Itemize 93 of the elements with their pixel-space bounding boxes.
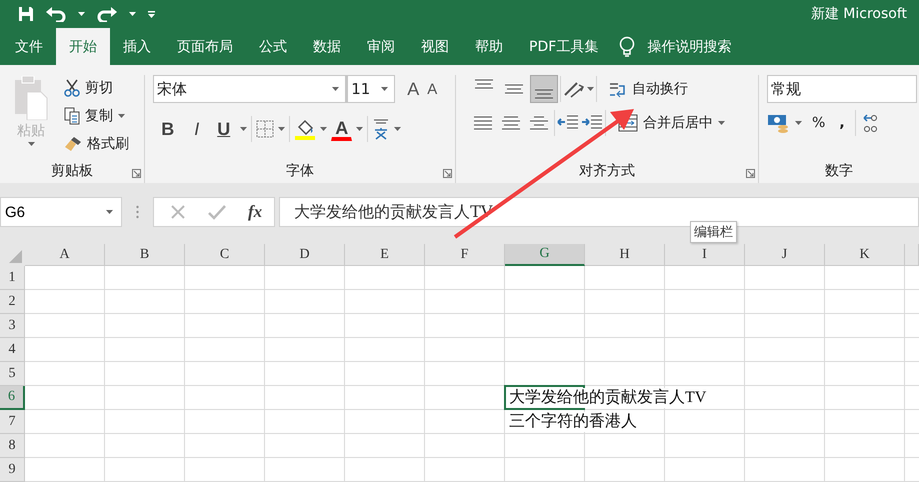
- comma-style-button[interactable]: ,: [835, 110, 849, 136]
- increase-decimal-icon[interactable]: [862, 113, 878, 133]
- format-painter-button[interactable]: 格式刷: [60, 131, 133, 157]
- align-icon: [474, 79, 494, 89]
- cut-button[interactable]: 剪切: [60, 75, 133, 101]
- font-color-button[interactable]: A: [331, 117, 352, 141]
- column-header[interactable]: D: [265, 244, 345, 266]
- row-header[interactable]: 9: [0, 458, 25, 482]
- column-header[interactable]: G: [505, 244, 585, 266]
- dropdown-arrow-icon: [332, 87, 340, 91]
- row-header[interactable]: 3: [0, 314, 25, 338]
- caret-icon: [28, 142, 34, 146]
- caret-icon: [320, 127, 328, 131]
- column-header[interactable]: K: [825, 244, 905, 266]
- caret-icon: [240, 127, 248, 131]
- column-header[interactable]: F: [425, 244, 505, 266]
- column-header[interactable]: H: [585, 244, 665, 266]
- ribbon-tab[interactable]: 开始: [56, 28, 110, 65]
- group-label: 数字: [824, 162, 854, 181]
- row-header[interactable]: 2: [0, 290, 25, 314]
- save-icon[interactable]: [18, 6, 34, 22]
- increase-font-size-button[interactable]: A: [403, 76, 424, 102]
- align-icon: [504, 84, 524, 94]
- cell-text: 三个字符的香港人: [507, 412, 639, 432]
- cell-text: 大学发给他的贡献发言人TV: [507, 388, 708, 408]
- window-title: 新建 Microsoft: [810, 5, 908, 23]
- font-name-dropdown[interactable]: 宋体: [153, 75, 346, 103]
- column-header[interactable]: C: [185, 244, 265, 266]
- ribbon-tab[interactable]: 文件: [2, 28, 56, 65]
- copy-button[interactable]: 复制: [60, 103, 133, 129]
- clipboard-icon: [13, 76, 49, 120]
- fill-color-icon[interactable]: [294, 118, 316, 140]
- search-field[interactable]: 操作说明搜索: [645, 38, 760, 56]
- caret-icon: [118, 114, 125, 118]
- copy-icon: [64, 107, 80, 125]
- group-label: 对齐方式: [578, 162, 636, 181]
- ribbon-tab[interactable]: PDF工具集: [516, 28, 612, 65]
- caret-icon: [586, 87, 594, 91]
- ribbon-tab[interactable]: 视图: [408, 28, 462, 65]
- tooltip: 编辑栏: [690, 221, 737, 243]
- percent-button[interactable]: %: [808, 110, 830, 136]
- insert-function-button[interactable]: fx: [248, 202, 262, 222]
- caret-icon: [356, 127, 364, 131]
- lightbulb-icon: [619, 36, 636, 58]
- row-header[interactable]: 5: [0, 362, 25, 386]
- borders-icon[interactable]: [256, 120, 274, 138]
- caret-icon: [394, 127, 402, 131]
- underline-button[interactable]: U: [211, 116, 236, 142]
- dropdown-arrow-icon: [106, 210, 113, 214]
- ribbon-tab[interactable]: 数据: [300, 28, 354, 65]
- dialog-launcher-icon[interactable]: [746, 169, 755, 178]
- caret-icon: [129, 12, 136, 16]
- row-header[interactable]: 6: [0, 386, 25, 410]
- drag-handle-icon[interactable]: [136, 205, 139, 219]
- row-header[interactable]: 4: [0, 338, 25, 362]
- ribbon-tab[interactable]: 插入: [110, 28, 164, 65]
- group-label: 剪贴板: [50, 162, 94, 181]
- ribbon-tab[interactable]: 审阅: [354, 28, 408, 65]
- caret-icon: [795, 121, 802, 125]
- phonetic-guide-icon[interactable]: [372, 118, 390, 140]
- caret-icon: [718, 121, 725, 125]
- column-header[interactable]: A: [25, 244, 105, 266]
- group-label: 字体: [285, 162, 316, 181]
- ribbon-tab[interactable]: 帮助: [462, 28, 516, 65]
- customize-icon[interactable]: [148, 10, 155, 18]
- decrease-font-size-button[interactable]: A: [423, 76, 442, 102]
- font-size-dropdown[interactable]: 11: [346, 75, 396, 103]
- row-header[interactable]: 1: [0, 266, 25, 290]
- bottom-align-button[interactable]: [530, 75, 558, 103]
- italic-button[interactable]: I: [186, 116, 208, 142]
- scissors-icon: [64, 79, 80, 97]
- row-header[interactable]: 8: [0, 434, 25, 458]
- ribbon-tab[interactable]: 公式: [246, 28, 300, 65]
- caret-icon: [78, 12, 85, 16]
- dialog-launcher-icon[interactable]: [132, 169, 142, 178]
- column-header[interactable]: I: [665, 244, 745, 266]
- column-header[interactable]: E: [345, 244, 425, 266]
- currency-icon[interactable]: [767, 113, 789, 133]
- ribbon-tab[interactable]: 页面布局: [164, 28, 246, 65]
- redo-icon[interactable]: [97, 6, 117, 22]
- column-header[interactable]: J: [745, 244, 825, 266]
- dropdown-arrow-icon: [381, 87, 388, 91]
- column-header[interactable]: B: [105, 244, 185, 266]
- brush-icon: [64, 136, 82, 152]
- undo-icon[interactable]: [46, 6, 66, 22]
- wrap-text-button[interactable]: 自动换行: [604, 76, 692, 102]
- number-format-field[interactable]: 常规: [767, 75, 917, 103]
- row-header[interactable]: 7: [0, 410, 25, 434]
- dialog-launcher-icon[interactable]: [442, 169, 452, 178]
- caret-icon: [278, 127, 286, 131]
- name-box[interactable]: G6: [0, 197, 122, 227]
- bold-button[interactable]: B: [153, 116, 182, 142]
- align-icon: [534, 89, 554, 99]
